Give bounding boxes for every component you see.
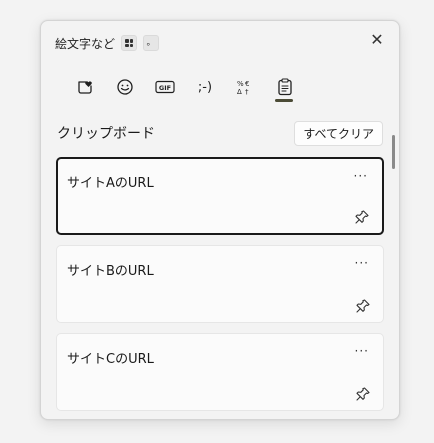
smiley-icon bbox=[117, 79, 133, 95]
emoji-panel: 絵文字など 。 ✕ GIF ;-) % € Δ † クリップボード すべてクリア… bbox=[40, 20, 400, 420]
clipboard-item-text: サイトBのURL bbox=[67, 264, 154, 279]
clipboard-item[interactable]: サイトBのURL ··· bbox=[56, 245, 384, 323]
tab-clipboard[interactable] bbox=[265, 69, 305, 105]
kaomoji-icon: ;-) bbox=[197, 79, 213, 95]
more-options-button[interactable]: ··· bbox=[354, 169, 368, 183]
tab-emoji[interactable] bbox=[105, 69, 145, 105]
svg-text:%: % bbox=[237, 80, 244, 88]
heart-face-icon bbox=[78, 81, 92, 94]
small-view-button[interactable]: 。 bbox=[143, 35, 160, 51]
pin-icon[interactable] bbox=[354, 209, 370, 225]
clipboard-list: サイトAのURL ··· サイトBのURL ··· サイトCのURL ··· bbox=[56, 157, 384, 419]
tab-gif[interactable]: GIF bbox=[145, 69, 185, 105]
clipboard-item[interactable]: サイトCのURL ··· bbox=[56, 333, 384, 411]
tab-kaomoji[interactable]: ;-) bbox=[185, 69, 225, 105]
clipboard-item-text: サイトAのURL bbox=[67, 176, 154, 191]
clipboard-item-text: サイトCのURL bbox=[67, 352, 154, 367]
more-options-button[interactable]: ··· bbox=[355, 256, 369, 270]
grid-view-button[interactable] bbox=[121, 35, 138, 51]
panel-title: 絵文字など bbox=[55, 36, 116, 51]
svg-text:GIF: GIF bbox=[159, 84, 171, 92]
clipboard-item[interactable]: サイトAのURL ··· bbox=[56, 157, 384, 235]
gif-icon: GIF bbox=[155, 80, 175, 94]
pin-icon[interactable] bbox=[355, 386, 371, 402]
close-icon: ✕ bbox=[370, 29, 384, 49]
symbols-icon: % € Δ † bbox=[237, 80, 249, 96]
title-bar: 絵文字など 。 bbox=[55, 33, 389, 53]
pin-icon[interactable] bbox=[355, 298, 371, 314]
more-options-button[interactable]: ··· bbox=[355, 344, 369, 358]
dot-icon: 。 bbox=[146, 37, 156, 48]
category-tabs: GIF ;-) % € Δ † bbox=[65, 69, 305, 105]
section-title: クリップボード bbox=[57, 126, 155, 142]
svg-text:€: € bbox=[245, 80, 249, 88]
svg-text:†: † bbox=[245, 88, 249, 96]
close-button[interactable]: ✕ bbox=[365, 27, 389, 51]
clipboard-header: クリップボード すべてクリア bbox=[57, 120, 383, 146]
clipboard-icon bbox=[278, 78, 292, 96]
clear-all-button[interactable]: すべてクリア bbox=[294, 120, 383, 146]
tab-emoji-heart[interactable] bbox=[65, 69, 105, 105]
svg-text:Δ: Δ bbox=[237, 88, 242, 96]
grid-icon bbox=[125, 39, 134, 47]
tab-symbols[interactable]: % € Δ † bbox=[225, 69, 265, 105]
scrollbar-thumb[interactable] bbox=[392, 135, 395, 169]
